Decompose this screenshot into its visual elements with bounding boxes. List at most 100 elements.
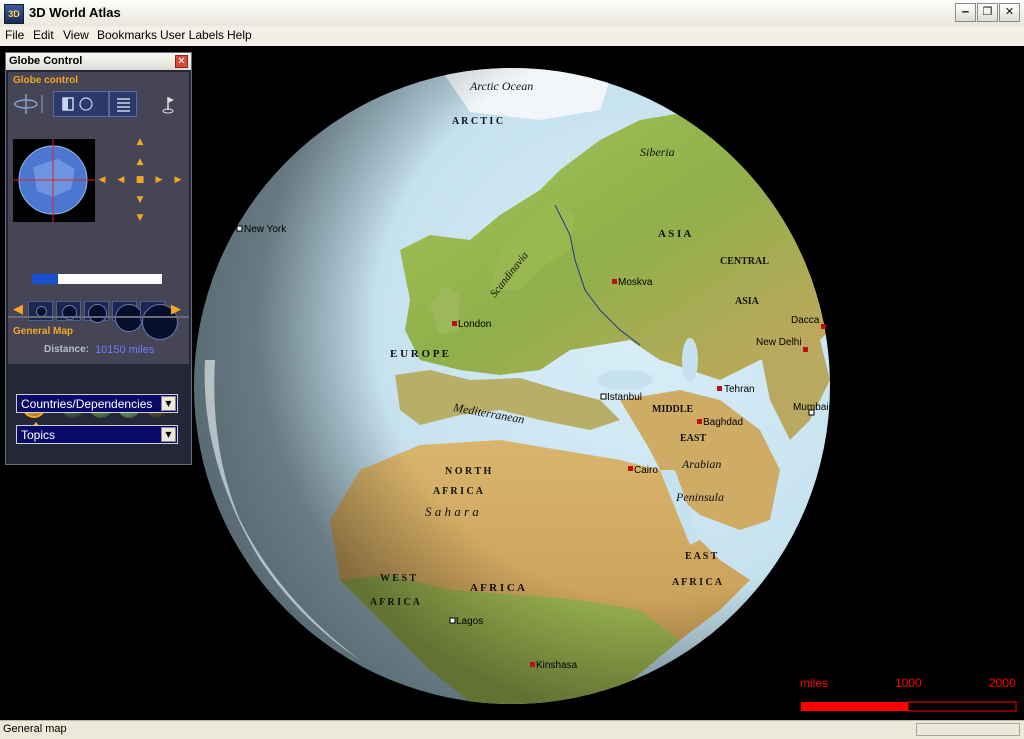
rotate-down-fast-button[interactable]: ▼ (134, 213, 146, 223)
pin-icon[interactable] (159, 93, 177, 115)
city-mumbai[interactable]: Mumbai (793, 402, 829, 413)
rotate-down-button[interactable]: ▼ (134, 195, 146, 205)
city-marker-istanbul[interactable] (600, 393, 607, 400)
label-sahara: S a h a r a (425, 504, 479, 519)
label-africa-3: A F R I C A (470, 582, 525, 594)
label-arctic-ocean: Arctic Ocean (469, 79, 533, 93)
city-marker-lagos[interactable] (449, 617, 456, 624)
zoom-level-2-button[interactable] (56, 301, 81, 321)
rotate-right-button[interactable]: ▶ (153, 175, 165, 185)
menu-user-labels[interactable]: User Labels (160, 28, 224, 42)
city-kinshasa[interactable]: Kinshasa (536, 660, 578, 671)
city-marker-new-york[interactable] (236, 225, 243, 232)
restore-button[interactable]: ❐ (977, 3, 998, 22)
chevron-down-icon[interactable]: ▼ (161, 396, 176, 411)
zoom-level-5-button[interactable] (140, 301, 178, 340)
title-bar: 3D 3D World Atlas ‒ ❐ ✕ (0, 0, 1024, 27)
label-east: EAST (680, 433, 706, 444)
section-globe-control: Globe control (13, 75, 78, 86)
city-marker-baghdad[interactable] (697, 419, 702, 424)
scale-mid: 1000 (895, 676, 922, 690)
countries-dropdown[interactable]: Countries/Dependencies ▼ (16, 394, 178, 413)
label-asia-2: ASIA (735, 296, 760, 307)
label-siberia: Siberia (640, 145, 675, 159)
stop-rotation-button[interactable]: ■ (134, 175, 146, 185)
app-icon: 3D (4, 4, 24, 24)
topics-dropdown-value: Topics (21, 428, 56, 442)
chevron-down-icon[interactable]: ▼ (161, 427, 176, 442)
minimize-button[interactable]: ‒ (955, 3, 976, 22)
city-marker-tehran[interactable] (717, 386, 722, 391)
city-cairo[interactable]: Cairo (634, 465, 658, 476)
menu-file[interactable]: File (5, 28, 24, 42)
section-general-map: General Map (13, 326, 74, 337)
panel-header: Globe Control ✕ (6, 53, 191, 70)
label-middle: MIDDLE (652, 404, 693, 415)
city-london[interactable]: London (458, 319, 491, 330)
city-baghdad[interactable]: Baghdad (703, 417, 743, 428)
city-moskva[interactable]: Moskva (618, 277, 653, 288)
label-africa: A F R I C A (433, 486, 484, 497)
city-new-delhi[interactable]: New Delhi (756, 337, 802, 348)
city-lagos[interactable]: Lagos (456, 616, 483, 627)
label-central: CENTRAL (720, 256, 769, 267)
city-marker-london[interactable] (452, 321, 457, 326)
city-marker-kinshasa[interactable] (530, 662, 535, 667)
zoom-next-button[interactable]: ▶ (169, 303, 183, 316)
city-marker-moskva[interactable] (612, 279, 617, 284)
scale-max: 2000 (989, 676, 1016, 690)
rotate-left-button[interactable]: ◀ (115, 175, 127, 185)
view-mode-button[interactable] (53, 91, 109, 117)
zoom-level-1-button[interactable] (28, 301, 53, 321)
label-arabian: Arabian (681, 457, 721, 471)
status-bar: General map (0, 720, 1024, 739)
topics-dropdown[interactable]: Topics ▼ (16, 425, 178, 444)
menu-view[interactable]: View (63, 28, 89, 42)
city-new-york[interactable]: New York (244, 224, 287, 235)
rotate-left-fast-button[interactable]: ◀ (96, 175, 108, 185)
scale-bar (801, 701, 1017, 712)
city-marker-dacca[interactable] (821, 324, 826, 329)
label-peninsula: Peninsula (675, 490, 724, 504)
label-east-2: E A S T (685, 551, 718, 562)
countries-dropdown-value: Countries/Dependencies (21, 397, 153, 411)
globe-control-panel: Globe Control ✕ Globe control ▲ ▲ ◀ ◀ ■ … (5, 52, 192, 465)
panel-title: Globe Control (9, 55, 83, 67)
label-europe: E U R O P E (390, 348, 449, 360)
menu-bar: File Edit View Bookmarks User Labels Hel… (0, 26, 1024, 47)
label-asia: A S I A (658, 228, 691, 240)
rotate-tool-button[interactable] (12, 91, 50, 117)
close-button[interactable]: ✕ (999, 3, 1020, 22)
label-north: N O R T H (445, 466, 492, 477)
window-title: 3D World Atlas (29, 5, 121, 20)
distance-label: Distance: (44, 344, 90, 355)
status-text: General map (3, 723, 67, 735)
zoom-level-3-button[interactable] (84, 301, 109, 323)
list-view-button[interactable] (109, 91, 137, 117)
city-marker-new-delhi[interactable] (803, 347, 808, 352)
rotate-up-fast-button[interactable]: ▲ (134, 137, 146, 147)
zoom-prev-button[interactable]: ◀ (11, 303, 25, 316)
zoom-slider-fill (32, 274, 58, 284)
rotate-up-button[interactable]: ▲ (134, 157, 146, 167)
menu-help[interactable]: Help (227, 28, 252, 42)
zoom-level-4-button[interactable] (112, 301, 143, 332)
section-divider (8, 316, 189, 318)
menu-edit[interactable]: Edit (33, 28, 54, 42)
label-africa-2: A F R I C A (672, 577, 723, 588)
panel-close-button[interactable]: ✕ (175, 55, 188, 68)
status-panel (916, 723, 1020, 736)
mini-globe[interactable] (13, 139, 95, 222)
city-tehran[interactable]: Tehran (724, 384, 755, 395)
label-arctic: A R C T I C (452, 116, 503, 127)
rotate-right-fast-button[interactable]: ▶ (172, 175, 184, 185)
city-dacca[interactable]: Dacca (791, 315, 820, 326)
scale-bar-filled (801, 702, 908, 711)
scale-unit: miles (800, 676, 829, 690)
label-west: W E S T (380, 573, 416, 584)
menu-bookmarks[interactable]: Bookmarks (97, 28, 157, 42)
scale-bar-empty (907, 701, 1017, 712)
zoom-slider[interactable] (32, 274, 162, 284)
city-istanbul[interactable]: Istanbul (607, 392, 642, 403)
city-marker-cairo[interactable] (628, 466, 633, 471)
